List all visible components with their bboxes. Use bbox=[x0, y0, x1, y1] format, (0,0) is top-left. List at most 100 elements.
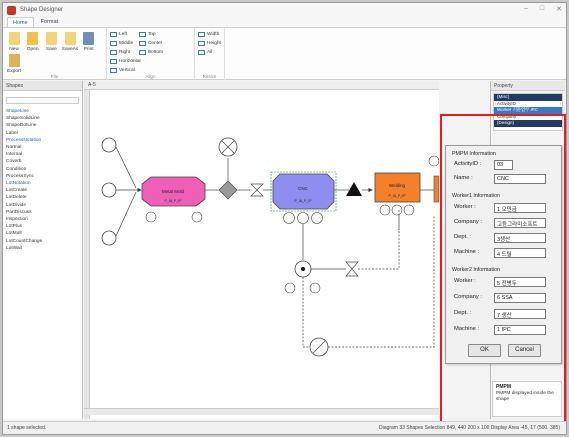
shape-category[interactable]: ProcessNotation bbox=[3, 137, 82, 144]
w2-worker-field[interactable]: 5 전병두 bbox=[494, 277, 546, 287]
open-button[interactable]: Open bbox=[25, 30, 41, 52]
start-node-top[interactable] bbox=[101, 137, 117, 153]
shape-item[interactable]: LotDivide bbox=[3, 202, 82, 209]
ribbon-tabs: Home Format bbox=[3, 17, 566, 28]
shape-item[interactable]: Internal bbox=[3, 151, 82, 158]
shape-item[interactable]: Coverb bbox=[3, 158, 82, 165]
canvas-tab[interactable]: A-5 bbox=[84, 81, 439, 90]
maximize-icon[interactable]: □ bbox=[540, 5, 544, 13]
start-node-bottom[interactable] bbox=[101, 230, 117, 246]
resize-all-button[interactable]: All bbox=[198, 48, 221, 57]
next-shape-partial[interactable] bbox=[433, 175, 439, 203]
open-icon bbox=[27, 32, 39, 45]
align-left-button[interactable]: Left bbox=[110, 30, 133, 39]
align-top-icon bbox=[138, 32, 146, 37]
distribute-horizontal-button[interactable]: Horizontal bbox=[110, 57, 141, 66]
decision-diamond[interactable] bbox=[218, 180, 238, 200]
shape-item[interactable]: LotCreate bbox=[3, 187, 82, 194]
cancel-button[interactable]: Cancel bbox=[508, 344, 541, 357]
diagram-svg: Metal Mold P_IA_P_IP CNC P_IA_P_IP Weldi… bbox=[101, 137, 439, 357]
resize-group-label: Resize bbox=[202, 74, 217, 79]
pmpm-circle[interactable] bbox=[191, 211, 203, 223]
diagram-canvas[interactable]: A-5 Metal Mold P_IA_P_IP CNC P_IA_P_IP W… bbox=[84, 81, 439, 419]
file-group: New Open Save SaveAs Print Export File bbox=[3, 28, 107, 80]
shape-item[interactable]: LotMult bbox=[3, 230, 82, 237]
w2-company-label: Company : bbox=[454, 294, 483, 300]
pmpm-circle[interactable] bbox=[284, 282, 296, 294]
pmpm-circle[interactable] bbox=[391, 204, 403, 216]
status-left: 1 shape selected. bbox=[7, 425, 47, 431]
shape-item[interactable]: Condition bbox=[3, 166, 82, 173]
shape-item[interactable]: ShapeSolidLine bbox=[3, 115, 82, 122]
w2-worker-label: Worker : bbox=[454, 278, 476, 284]
save-button[interactable]: Save bbox=[43, 30, 59, 52]
shape-item[interactable]: LotDelete bbox=[3, 194, 82, 201]
shape-item[interactable]: LotCountChange bbox=[3, 238, 82, 245]
app-icon bbox=[7, 5, 16, 15]
name-field[interactable]: CNC bbox=[494, 174, 546, 184]
w2-machine-field[interactable]: 1 IPC bbox=[494, 325, 546, 335]
w1-machine-field[interactable]: 4 드릴 bbox=[494, 248, 546, 258]
w1-company-field[interactable]: 고등그라미소프트 bbox=[494, 218, 546, 228]
close-icon[interactable]: ✕ bbox=[556, 5, 562, 13]
resize-height-button[interactable]: Height bbox=[198, 39, 221, 48]
shape-item[interactable]: PartDiscuss bbox=[3, 209, 82, 216]
pmpm-circle[interactable] bbox=[145, 211, 157, 223]
activity-field[interactable]: 03 bbox=[494, 160, 513, 170]
align-top-button[interactable]: Top bbox=[138, 30, 163, 39]
wait-hourglass[interactable] bbox=[250, 183, 264, 197]
pmpm-circle[interactable] bbox=[379, 204, 391, 216]
shape-item[interactable]: LotPlus bbox=[3, 223, 82, 230]
horizontal-icon bbox=[110, 59, 117, 64]
shape-item[interactable]: Inspection bbox=[3, 216, 82, 223]
shape-item[interactable]: LotWait bbox=[3, 245, 82, 252]
align-group: Left Middle Right Top Center Bottom Hori… bbox=[107, 28, 195, 80]
minimize-icon[interactable]: – bbox=[524, 5, 528, 13]
pmpm-circle[interactable] bbox=[297, 212, 309, 224]
new-button[interactable]: New bbox=[6, 30, 22, 52]
shape-item[interactable]: Label bbox=[3, 130, 82, 137]
shape-search-input[interactable] bbox=[6, 97, 79, 104]
shape-item[interactable]: ProcessSync bbox=[3, 173, 82, 180]
metal-mold-subtext: P_IA_P_IP bbox=[164, 199, 182, 203]
vertical-icon bbox=[110, 68, 117, 73]
print-button[interactable]: Print bbox=[81, 30, 97, 52]
wait-hourglass-2[interactable] bbox=[345, 261, 359, 277]
pmpm-circle[interactable] bbox=[309, 282, 321, 294]
align-center-icon bbox=[138, 41, 146, 46]
saveas-button[interactable]: SaveAs bbox=[62, 30, 78, 52]
metal-mold-label: Metal Mold bbox=[162, 189, 185, 194]
pmpm-circle[interactable] bbox=[283, 212, 295, 224]
horizontal-scrollbar[interactable] bbox=[84, 408, 439, 415]
ok-button[interactable]: OK bbox=[468, 344, 501, 357]
align-center-button[interactable]: Center bbox=[138, 39, 163, 48]
align-middle-button[interactable]: Middle bbox=[110, 39, 133, 48]
w2-company-field[interactable]: 6 SSA bbox=[494, 293, 546, 303]
w1-dept-field[interactable]: 3생산 bbox=[494, 233, 546, 243]
shape-item[interactable]: ShapeDotLine bbox=[3, 122, 82, 129]
pmpm-circle[interactable] bbox=[428, 155, 439, 167]
w1-worker-field[interactable]: 1 오민금 bbox=[494, 203, 546, 213]
pmpm-dialog: PMPM Information ActivityID : 03 Name : … bbox=[445, 145, 562, 364]
tab-home[interactable]: Home bbox=[7, 17, 34, 27]
worker1-section-title: Worker1 Information bbox=[452, 193, 500, 199]
transport-triangle[interactable] bbox=[346, 182, 362, 196]
shape-category[interactable]: LotNotation bbox=[3, 180, 82, 187]
print-icon bbox=[83, 32, 95, 45]
shape-category[interactable]: ShapeLine bbox=[3, 108, 82, 115]
cnc-shape[interactable] bbox=[272, 173, 335, 210]
start-node-middle[interactable] bbox=[101, 182, 117, 198]
pmpm-circle[interactable] bbox=[311, 212, 323, 224]
shape-list: ShapeLine ShapeSolidLine ShapeDotLine Label… bbox=[3, 108, 82, 252]
resize-width-button[interactable]: Width bbox=[198, 30, 221, 39]
pmpm-circle[interactable] bbox=[403, 204, 415, 216]
tree-row-design[interactable]: (Design) bbox=[494, 120, 562, 127]
w2-dept-field[interactable]: 7 생산 bbox=[494, 309, 546, 319]
align-group-label: Align bbox=[145, 74, 156, 79]
align-bottom-button[interactable]: Bottom bbox=[138, 48, 163, 57]
shape-item[interactable]: Normal bbox=[3, 144, 82, 151]
align-right-button[interactable]: Right bbox=[110, 48, 133, 57]
property-tree: (Misc) ActivityID Worker 기준업무 IPC Compan… bbox=[493, 93, 563, 131]
export-button[interactable]: Export bbox=[6, 52, 22, 74]
tab-format[interactable]: Format bbox=[36, 17, 63, 27]
